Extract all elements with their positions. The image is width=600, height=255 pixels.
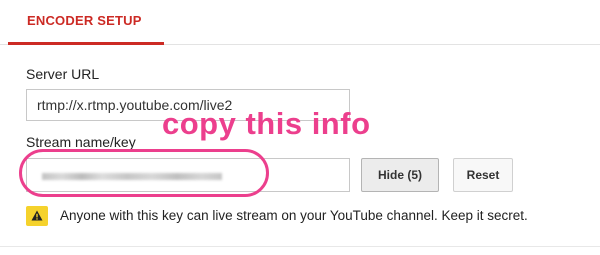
copy-annotation: copy this info [162, 106, 371, 141]
warning-text: Anyone with this key can live stream on … [60, 208, 528, 223]
tab-encoder-setup[interactable]: ENCODER SETUP [8, 0, 164, 45]
reset-button[interactable]: Reset [453, 158, 513, 192]
tab-bar: ENCODER SETUP [0, 0, 600, 45]
stream-key-label: Stream name/key [26, 134, 136, 150]
warning-icon [26, 206, 48, 226]
divider [0, 246, 600, 247]
hide-button[interactable]: Hide (5) [361, 158, 439, 192]
server-url-label: Server URL [26, 66, 100, 82]
tab-label: ENCODER SETUP [27, 13, 142, 28]
highlight-oval [19, 149, 269, 197]
